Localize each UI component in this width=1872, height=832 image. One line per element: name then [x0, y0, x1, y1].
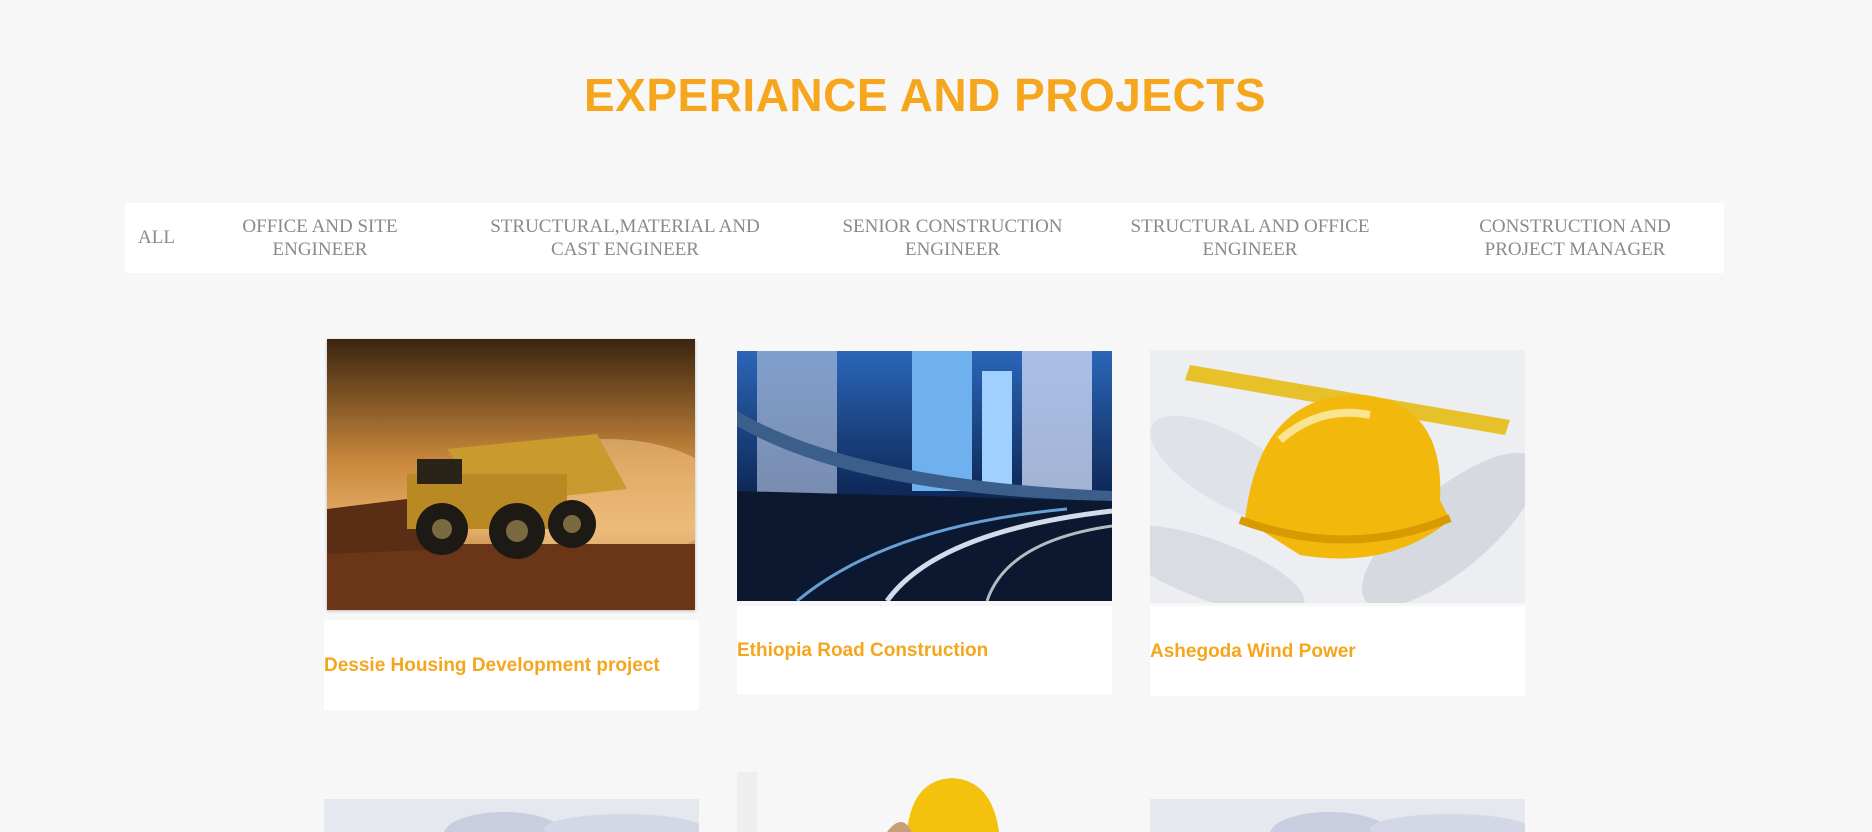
project-image-dump-truck[interactable]	[327, 339, 695, 610]
project-image-blueprints[interactable]	[324, 799, 699, 832]
filter-structural-and-office-engineer[interactable]: STRUCTURAL AND OFFICE ENGINEER	[1115, 215, 1385, 261]
project-card-3[interactable]: Ashegoda Wind Power	[1150, 606, 1525, 696]
project-title[interactable]: Dessie Housing Development project	[324, 655, 660, 677]
project-image-blueprints-2[interactable]	[1150, 799, 1525, 832]
project-title[interactable]: Ashegoda Wind Power	[1150, 641, 1356, 663]
section-title: EXPERIANCE AND PROJECTS	[583, 69, 1267, 121]
filter-construction-and-project-manager[interactable]: CONSTRUCTION AND PROJECT MANAGER	[1460, 215, 1690, 261]
filter-senior-construction-engineer[interactable]: SENIOR CONSTRUCTION ENGINEER	[825, 215, 1080, 261]
project-image-hard-hat[interactable]	[1150, 350, 1525, 603]
filter-office-and-site-engineer[interactable]: OFFICE AND SITE ENGINEER	[230, 215, 410, 261]
project-card-1[interactable]: Dessie Housing Development project	[324, 620, 699, 710]
project-card-2[interactable]: Ethiopia Road Construction	[737, 606, 1112, 694]
filter-all[interactable]: ALL	[138, 226, 175, 249]
project-image-city-highway[interactable]	[737, 351, 1112, 601]
project-title[interactable]: Ethiopia Road Construction	[737, 640, 988, 662]
project-filter-bar: ALL OFFICE AND SITE ENGINEER STRUCTURAL,…	[125, 203, 1724, 273]
project-image-worker-helmet[interactable]	[737, 772, 1112, 832]
filter-structural-material-cast-engineer[interactable]: STRUCTURAL,MATERIAL AND CAST ENGINEER	[475, 215, 775, 261]
